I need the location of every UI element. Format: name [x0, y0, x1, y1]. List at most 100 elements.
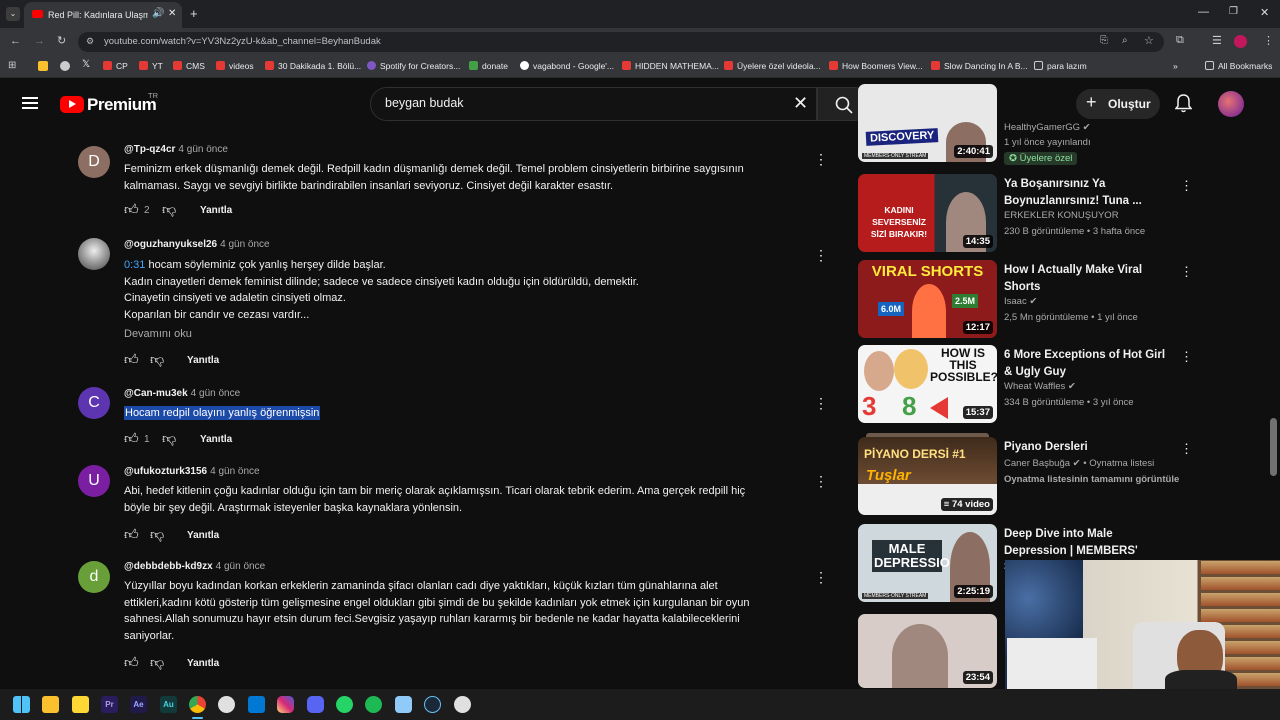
like-icon[interactable]: 👍︎ [124, 654, 139, 671]
comment-author[interactable]: @Tp-qz4cr [124, 144, 175, 155]
channel-name[interactable]: Caner Başbuğa ✔ • Oynatma listesi [1004, 457, 1184, 471]
like-icon[interactable]: 👍︎ [124, 430, 139, 447]
playlist-thumbnail[interactable]: PİYANO DERSİ #1 Tuşlar ≡ 74 video [858, 437, 997, 515]
omnibox[interactable]: ⚙ youtube.com/watch?v=YV3Nz2yzU-k&ab_cha… [78, 32, 1164, 52]
video-menu-icon[interactable]: ⋮ [1180, 441, 1193, 457]
video-title[interactable]: Ya Boşanırsınız Ya Boynuzlanırsınız! Tun… [1004, 176, 1176, 209]
comment-menu-icon[interactable]: ⋮ [814, 152, 828, 166]
comment-menu-icon[interactable]: ⋮ [814, 570, 828, 584]
comment-time[interactable]: 4 gün önce [216, 561, 266, 572]
like-icon[interactable]: 👍︎ [124, 201, 139, 218]
video-thumbnail[interactable]: DISCOVERY MEMBERS-ONLY STREAM 2:40:41 [858, 84, 997, 162]
video-thumbnail[interactable]: MALE DEPRESSION MEMBERS-ONLY STREAM 2:25… [858, 524, 997, 602]
spotify-icon[interactable] [365, 696, 382, 713]
outlook-icon[interactable] [248, 696, 265, 713]
tab-audio-icon[interactable]: 🔊 [152, 8, 164, 19]
avatar[interactable]: C [78, 387, 110, 419]
extensions-icon[interactable]: ⧉ [1176, 34, 1184, 47]
after-effects-icon[interactable]: Ae [130, 696, 147, 713]
app-icon[interactable] [395, 696, 412, 713]
reply-button[interactable]: Yanıtla [200, 434, 232, 445]
bookmark-para[interactable]: para lazım [1034, 61, 1087, 71]
video-thumbnail[interactable]: HOW IS THIS POSSIBLE? 3 8 15:37 [858, 345, 997, 423]
hamburger-menu-icon[interactable] [22, 97, 38, 109]
avatar[interactable]: U [78, 465, 110, 497]
reload-icon[interactable]: ↻ [57, 34, 66, 47]
bookmark-donate[interactable]: donate [469, 61, 508, 71]
video-thumbnail[interactable]: KADINI SEVERSENİZ SİZİ BIRAKIR! 14:35 [858, 174, 997, 252]
chrome-icon[interactable] [189, 696, 206, 713]
forward-icon[interactable]: → [34, 35, 45, 47]
reply-button[interactable]: Yanıtla [187, 658, 219, 669]
back-icon[interactable]: ← [10, 35, 21, 47]
timestamp-link[interactable]: 0:31 [124, 259, 145, 271]
notifications-bell-icon[interactable] [1175, 94, 1192, 113]
instagram-icon[interactable] [277, 696, 294, 713]
dislike-icon[interactable]: 👎︎ [162, 430, 176, 447]
comment-menu-icon[interactable]: ⋮ [814, 396, 828, 410]
channel-name[interactable]: Wheat Waffles ✔ [1004, 380, 1184, 394]
bookmark-slow[interactable]: Slow Dancing In A B... [931, 61, 1028, 71]
account-avatar[interactable] [1218, 91, 1244, 117]
video-thumbnail[interactable]: 23:54 [858, 614, 997, 688]
app-icon[interactable] [218, 696, 235, 713]
channel-name[interactable]: ERKEKLER KONUŞUYOR [1004, 209, 1184, 223]
close-window-icon[interactable]: ✕ [1260, 6, 1269, 19]
video-thumbnail[interactable]: VIRAL SHORTS 6.0M 2.5M 12:17 [858, 260, 997, 338]
comment-menu-icon[interactable]: ⋮ [814, 248, 828, 262]
bookmark-x-icon[interactable]: 𝕏 [82, 59, 90, 70]
avatar[interactable]: D [78, 146, 110, 178]
apps-icon[interactable]: ⊞ [8, 60, 16, 71]
video-menu-icon[interactable]: ⋮ [1180, 264, 1193, 280]
dislike-icon[interactable]: 👎︎ [162, 201, 176, 218]
page-scrollbar[interactable] [1270, 418, 1277, 476]
channel-name[interactable]: Isaac ✔ [1004, 295, 1184, 309]
reply-button[interactable]: Yanıtla [200, 205, 232, 216]
search-input[interactable]: beygan budak [385, 96, 464, 110]
bookmark-videos[interactable]: videos [216, 61, 254, 71]
video-menu-icon[interactable]: ⋮ [1180, 349, 1193, 365]
video-menu-icon[interactable]: ⋮ [1180, 178, 1193, 194]
comment-author[interactable]: @debbdebb-kd9zx [124, 561, 213, 572]
comment-author[interactable]: @Can-mu3ek [124, 388, 188, 399]
zoom-icon[interactable]: ⌕ [1122, 35, 1128, 46]
dislike-icon[interactable]: 👎︎ [150, 526, 164, 543]
file-explorer-icon[interactable] [42, 696, 59, 713]
comment-author[interactable]: @oguzhanyuksel26 [124, 239, 217, 250]
dislike-icon[interactable]: 👎︎ [150, 351, 164, 368]
comment-author[interactable]: @ufukozturk3156 [124, 466, 207, 477]
comment-time[interactable]: 4 gün önce [210, 466, 260, 477]
steam-icon[interactable] [424, 696, 441, 713]
tab-list-button[interactable]: ⌄ [6, 7, 20, 21]
bookmark-yt[interactable]: YT [139, 61, 163, 71]
premiere-pro-icon[interactable]: Pr [101, 696, 118, 713]
install-icon[interactable]: ⎘ [1100, 35, 1108, 46]
comment-menu-icon[interactable]: ⋮ [814, 474, 828, 488]
bookmark-icon-2[interactable] [60, 61, 70, 71]
search-box[interactable]: beygan budak ✕ [370, 87, 817, 121]
bookmark-30dk[interactable]: 30 Dakikada 1. Bölü... [265, 61, 361, 71]
comment-time[interactable]: 4 gün önce [191, 388, 241, 399]
like-icon[interactable]: 👍︎ [124, 351, 139, 368]
whatsapp-icon[interactable] [336, 696, 353, 713]
bookmark-icon-1[interactable] [38, 61, 48, 71]
bookmarks-overflow-icon[interactable]: » [1173, 61, 1178, 71]
video-title[interactable]: 6 More Exceptions of Hot Girl & Ugly Guy [1004, 347, 1176, 380]
site-info-icon[interactable]: ⚙ [86, 36, 94, 47]
bookmark-cp[interactable]: CP [103, 61, 128, 71]
profile-avatar[interactable] [1234, 35, 1247, 48]
bookmark-star-icon[interactable]: ☆ [1144, 34, 1154, 47]
bookmark-hidden[interactable]: HIDDEN MATHEMA... [622, 61, 719, 71]
bookmark-boomers[interactable]: How Boomers View... [829, 61, 923, 71]
view-full-playlist-link[interactable]: Oynatma listesinin tamamını görüntüle [1004, 473, 1184, 487]
audition-icon[interactable]: Au [160, 696, 177, 713]
tab-close-icon[interactable]: ✕ [168, 8, 176, 19]
bookmark-vagabond[interactable]: vagabond - Google'... [520, 61, 614, 71]
comment-time[interactable]: 4 gün önce [178, 144, 228, 155]
comment-time[interactable]: 4 gün önce [220, 239, 270, 250]
discord-icon[interactable] [307, 696, 324, 713]
avatar[interactable] [78, 238, 110, 270]
new-tab-icon[interactable]: + [190, 6, 198, 21]
app-icon[interactable] [454, 696, 471, 713]
like-icon[interactable]: 👍︎ [124, 526, 139, 543]
